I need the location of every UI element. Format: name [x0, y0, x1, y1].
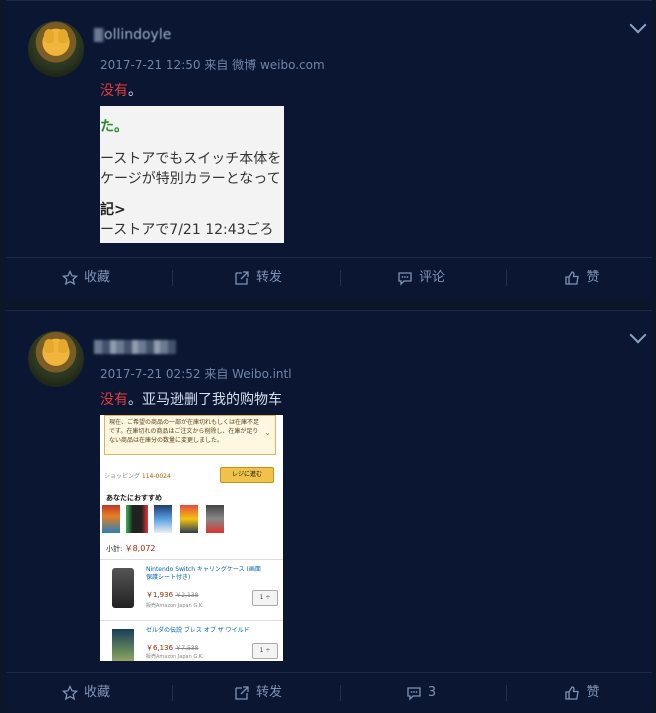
username[interactable]: [94, 339, 176, 357]
stock-notice: 現在、ご希望の商品の一部が在庫切れもしくは在庫不足です。在庫切れの商品はご注文か…: [104, 415, 276, 455]
repost-label: 转发: [255, 270, 282, 285]
quantity-select: 1 ÷: [252, 643, 278, 659]
product-thumbnail: [112, 568, 134, 608]
comment-label: 评论: [418, 270, 445, 285]
star-icon: [61, 270, 78, 286]
recommend-title: あなたにおすすめ: [106, 494, 162, 502]
quantity-select: 1 ÷: [252, 590, 278, 606]
star-icon: [61, 685, 78, 701]
shipping-label: ショッピング: [104, 473, 142, 480]
item-price: ￥6,136 ￥7,538: [146, 644, 199, 652]
thumbs-up-icon: [565, 686, 580, 700]
post-source: 来自 Weibo.intl: [204, 367, 292, 381]
cart-item: ゼルダの伝説 ブレス オブ ザ ワイルド ￥6,136 ￥7,538 販売Ama…: [100, 620, 283, 661]
avatar[interactable]: [28, 21, 84, 77]
post-text: 没有。: [100, 80, 142, 100]
like-label: 赞: [586, 685, 600, 700]
checkout-button: レジに進む: [220, 467, 274, 483]
cart-item: Nintendo Switch キャリングケース (画面保護シート付き) ￥1,…: [100, 559, 283, 620]
share-icon: [235, 271, 249, 285]
product-thumbnail: [126, 505, 148, 533]
favorite-button[interactable]: 收藏: [6, 258, 166, 298]
notice-text: 現在、ご希望の商品の一部が在庫切れもしくは在庫不足です。在庫切れの商品はご注文か…: [109, 419, 260, 444]
favorite-label: 收藏: [83, 270, 110, 285]
like-button[interactable]: 赞: [512, 258, 652, 298]
chevron-down-icon: ⌄: [264, 428, 271, 437]
post-text-highlight: 没有: [100, 392, 128, 408]
zip-code: 114-0024: [141, 473, 171, 480]
product-thumbnail: [112, 629, 134, 661]
product-thumbnail: [154, 505, 172, 533]
item-price: ￥1,936 ￥2,138: [146, 591, 199, 599]
timestamp[interactable]: 2017-7-21 02:52: [100, 367, 201, 381]
favorite-button[interactable]: 收藏: [6, 673, 166, 713]
product-thumbnail: [102, 505, 120, 533]
post-text: 没有。亚马逊删了我的购物车: [100, 389, 282, 409]
comment-button[interactable]: 评论: [346, 258, 496, 298]
weibo-post-1: ollindoyle 2017-7-21 12:50 来自 微博 weibo.c…: [6, 0, 652, 299]
image-text-line: ーストアで7/21 12:43ごろ: [100, 222, 274, 238]
post-image[interactable]: た。 ーストアでもスイッチ本体を ケージが特別カラーとなって 記> ーストアで7…: [100, 106, 284, 243]
subtotal: 小計: ￥8,072: [106, 544, 156, 553]
thumbs-up-icon: [565, 271, 580, 285]
product-thumbnail: [206, 505, 224, 533]
chevron-down-icon[interactable]: [629, 16, 647, 34]
comment-icon: [407, 687, 421, 701]
post-text-body: 。亚马逊删了我的购物车: [128, 392, 282, 408]
username[interactable]: ollindoyle: [94, 27, 171, 45]
image-text-line: 記>: [100, 202, 126, 218]
comment-icon: [398, 272, 412, 286]
item-seller: 販売Amazon Japan G.K.: [146, 654, 204, 660]
post-meta: 2017-7-21 12:50 来自 微博 weibo.com: [100, 56, 325, 73]
like-label: 赞: [586, 270, 600, 285]
comment-count: 3: [427, 685, 437, 700]
image-text-line: ーストアでもスイッチ本体を: [100, 151, 282, 167]
repost-label: 转发: [255, 685, 282, 700]
favorite-label: 收藏: [83, 685, 110, 700]
image-text-line: ケージが特別カラーとなって: [100, 171, 281, 187]
product-thumbnail: [180, 505, 198, 533]
avatar[interactable]: [28, 331, 84, 387]
post-source: 来自 微博 weibo.com: [204, 58, 325, 72]
share-icon: [235, 686, 249, 700]
post-text-highlight: 没有: [100, 83, 128, 99]
shipping-row: ショッピング 114-0024 レジに進む: [104, 465, 278, 485]
timestamp[interactable]: 2017-7-21 12:50: [100, 58, 201, 72]
post-image[interactable]: 現在、ご希望の商品の一部が在庫切れもしくは在庫不足です。在庫切れの商品はご注文か…: [100, 415, 283, 661]
repost-button[interactable]: 转发: [178, 258, 338, 298]
image-text-line: た。: [100, 119, 128, 135]
comment-button[interactable]: 3: [346, 673, 496, 713]
repost-button[interactable]: 转发: [178, 673, 338, 713]
item-title: Nintendo Switch キャリングケース (画面保護シート付き): [146, 566, 261, 581]
post-text-body: 。: [128, 83, 142, 99]
weibo-post-2: 2017-7-21 02:52 来自 Weibo.intl 没有。亚马逊删了我的…: [6, 310, 652, 712]
post-actions: 收藏 转发 评论 赞: [6, 257, 652, 298]
post-actions: 收藏 转发 3 赞: [6, 672, 652, 713]
item-title: ゼルダの伝説 ブレス オブ ザ ワイルド: [146, 627, 250, 634]
item-seller: 販売Amazon Japan G.K.: [146, 603, 204, 609]
post-meta: 2017-7-21 02:52 来自 Weibo.intl: [100, 365, 292, 382]
like-button[interactable]: 赞: [512, 673, 652, 713]
chevron-down-icon[interactable]: [629, 326, 647, 344]
